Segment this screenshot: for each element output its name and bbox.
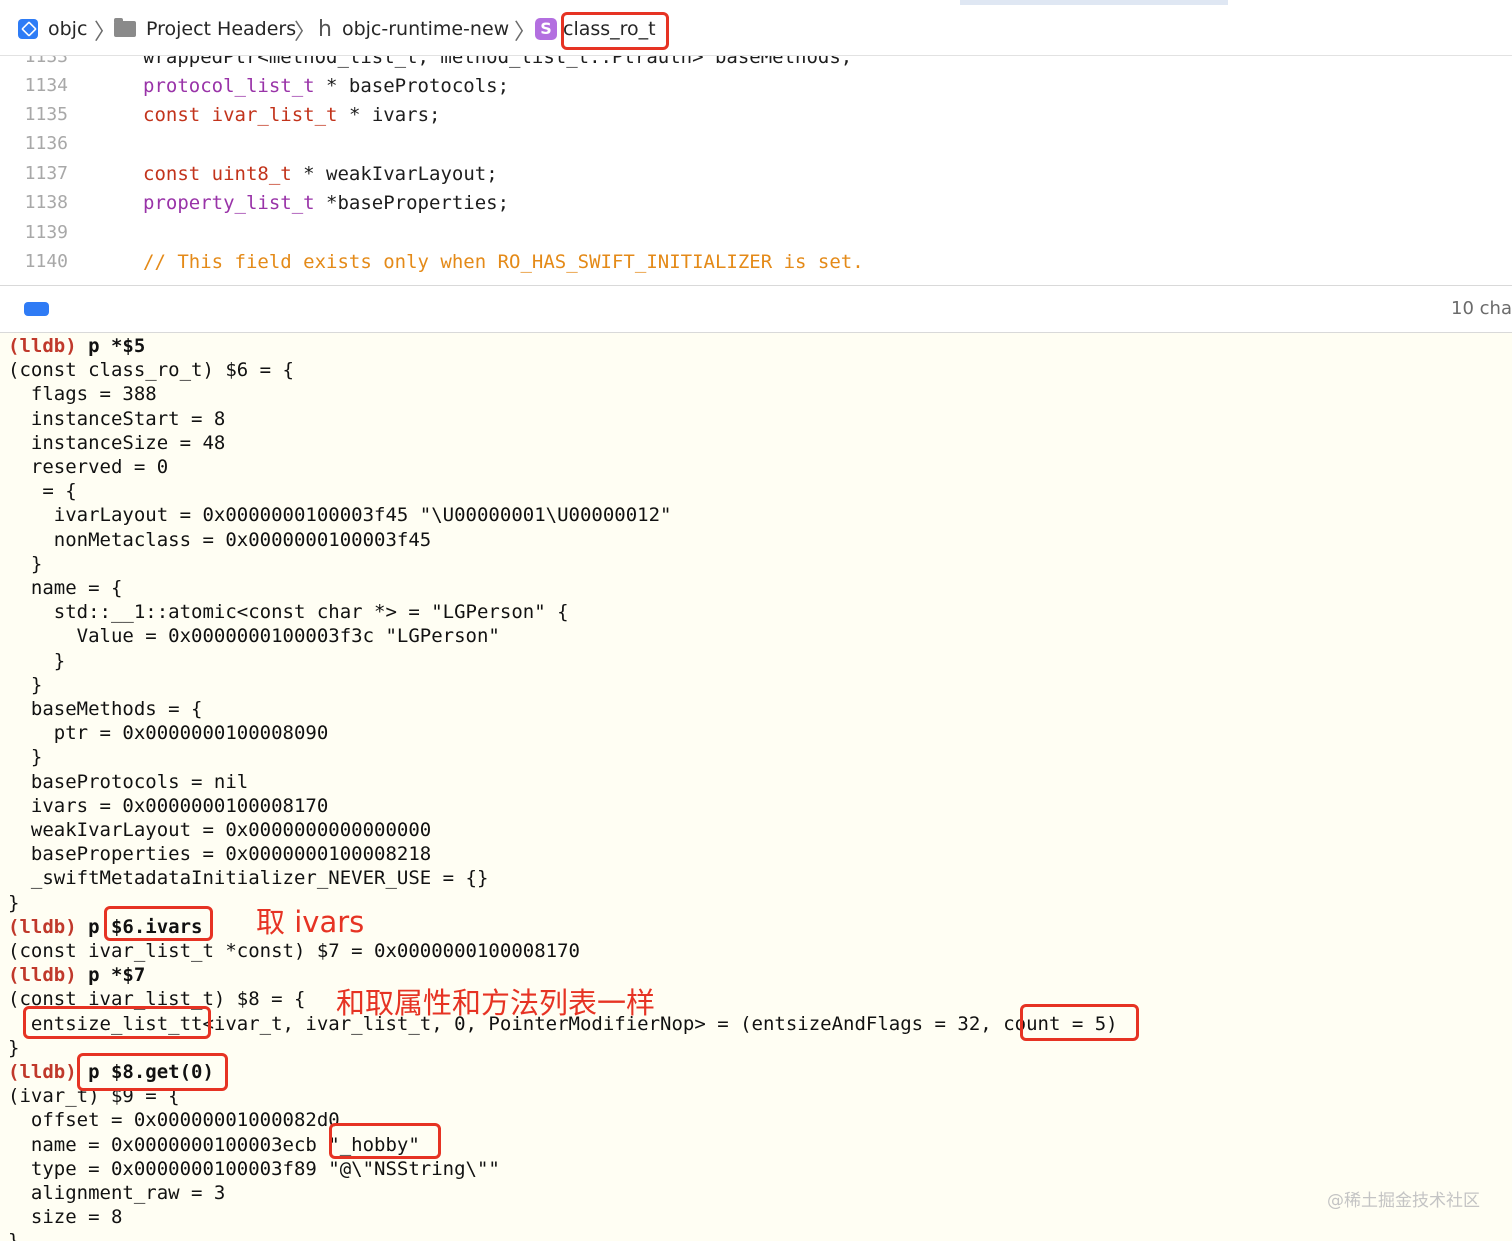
code-comment: // This field exists only when RO_HAS_SW… (143, 251, 864, 273)
line-number: 1136 (24, 133, 68, 154)
breadcrumb-label: objc (48, 18, 88, 40)
folder-icon (114, 18, 136, 37)
breadcrumb-item-objc[interactable]: objc (18, 14, 87, 44)
code-rest: * weakIvarLayout; (291, 163, 498, 185)
line-number: 1135 (24, 104, 68, 125)
console-output-line: _swiftMetadataInitializer_NEVER_USE = {} (8, 867, 489, 890)
highlight-hobby-name (329, 1123, 441, 1159)
source-editor[interactable]: 1133 wrappedPtr<method_list_t, method_li… (0, 56, 1512, 285)
console-output-line: ivarLayout = 0x0000000100003f45 "\U00000… (8, 504, 672, 527)
breakpoints-toggle-icon[interactable] (24, 302, 49, 316)
console-output-line: baseProtocols = nil (8, 770, 249, 793)
code-line: 1137 const uint8_t * weakIvarLayout; (0, 163, 1512, 192)
console-output-line: (const ivar_list_t *const) $7 = 0x000000… (8, 940, 580, 962)
console-output-line: baseProperties = 0x0000000100008218 (8, 843, 432, 866)
code-type: uint8_t (211, 163, 292, 185)
console-output-line: = { (8, 480, 77, 503)
highlight-ivars-command (104, 906, 213, 941)
line-number: 1137 (24, 163, 68, 184)
console-output-line: weakIvarLayout = 0x0000000000000000 (8, 819, 432, 841)
code-keyword: const (143, 104, 201, 126)
console-output-line: Value = 0x0000000100003f3c "LGPerson" (8, 625, 500, 648)
console-output-line: } (8, 891, 20, 914)
code-text: wrappedPtr<method_list_t, method_list_t:… (143, 56, 853, 68)
chevron-right-icon: 〉 (94, 20, 117, 45)
console-output-line: } (8, 1036, 20, 1059)
highlight-class-ro-t (561, 12, 669, 50)
console-output-line: flags = 388 (8, 383, 157, 406)
code-type: property_list_t (143, 192, 315, 214)
debug-bar: 10 cha (0, 285, 1512, 333)
line-number: 1139 (24, 222, 68, 243)
code-rest: * baseProtocols; (314, 75, 510, 97)
console-output-line: ivars = 0x0000000100008170 (8, 794, 329, 817)
highlight-get-command (77, 1053, 228, 1091)
struct-icon: S (535, 18, 557, 40)
console-output-line: } (8, 746, 43, 769)
highlight-count (1020, 1004, 1139, 1041)
lldb-prompt: (lldb) (8, 964, 77, 987)
line-number: 1140 (24, 251, 68, 272)
breadcrumb-item-objc-runtime-new[interactable]: h objc-runtime-new (318, 14, 509, 44)
console-output-line: } (8, 673, 43, 696)
console-output-line: size = 8 (8, 1206, 123, 1229)
breadcrumb-item-project-headers[interactable]: Project Headers (114, 14, 296, 44)
console-output-line: baseMethods = { (8, 698, 203, 720)
code-line: 1136 (0, 133, 1512, 162)
code-rest: *baseProperties; (314, 192, 510, 214)
lldb-prompt: (lldb) (8, 1061, 77, 1083)
xcode-project-icon (18, 19, 38, 39)
console-output-line: name = { (8, 577, 123, 599)
console-output-line: instanceStart = 8 (8, 407, 226, 430)
code-text: property_list_t *baseProperties; (143, 192, 509, 214)
annotation-same-as-lists: 和取属性和方法列表一样 (336, 986, 656, 1020)
console-output-line: reserved = 0 (8, 456, 169, 478)
console-output-line: ptr = 0x0000000100008090 (8, 722, 329, 745)
highlight-entsize-list-tt (23, 1006, 211, 1039)
annotation-take-ivars: 取 ivars (256, 905, 365, 939)
code-type: protocol_list_t (143, 75, 315, 97)
character-count: 10 cha (1451, 298, 1512, 319)
console-output-line: nonMetaclass = 0x0000000100003f45 (8, 528, 432, 551)
code-line: 1133 wrappedPtr<method_list_t, method_li… (0, 56, 1512, 75)
line-number: 1134 (24, 75, 68, 96)
code-line: 1140 // This field exists only when RO_H… (0, 251, 1512, 280)
console-output-line: } (8, 1229, 19, 1241)
console-output-line: } (8, 552, 43, 575)
lldb-prompt: (lldb) (8, 915, 77, 938)
breadcrumb-label: Project Headers (146, 18, 297, 40)
chevron-right-icon: 〉 (294, 20, 317, 45)
console-output-line: type = 0x0000000100003f89 "@\"NSString\"… (8, 1157, 500, 1180)
line-number: 1133 (24, 56, 68, 67)
code-type: ivar_list_t (211, 104, 338, 126)
code-line: 1134 protocol_list_t * baseProtocols; (0, 75, 1512, 104)
console-output-line: std::__1::atomic<const char *> = "LGPers… (8, 601, 569, 624)
line-number: 1138 (24, 192, 68, 213)
code-text: protocol_list_t * baseProtocols; (143, 75, 509, 97)
breadcrumb: objc 〉 Project Headers 〉 h objc-runtime-… (0, 0, 1512, 56)
tab-indicator (960, 0, 1228, 5)
lldb-command: p *$5 (76, 335, 146, 357)
code-line: 1135 const ivar_list_t * ivars; (0, 104, 1512, 133)
breadcrumb-label: objc-runtime-new (341, 18, 510, 40)
console-output-line: } (8, 649, 66, 672)
console-command-line: (lldb) p *$7 (8, 963, 145, 987)
code-line: 1138 property_list_t *baseProperties; (0, 192, 1512, 221)
code-line: 1139 (0, 222, 1512, 251)
console-output-line: offset = 0x00000001000082d0 (8, 1109, 340, 1132)
code-text: const ivar_list_t * ivars; (143, 104, 440, 126)
lldb-command: p *$7 (76, 964, 146, 987)
code-keyword: const (143, 163, 201, 185)
lldb-console[interactable]: (lldb) p *$5 (const class_ro_t) $6 = { fl… (0, 333, 1512, 1241)
lldb-prompt: (lldb) (8, 335, 77, 357)
watermark: @稀土掘金技术社区 (1327, 1191, 1480, 1211)
console-command-line: (lldb) p *$5 (8, 334, 145, 358)
console-output-line: instanceSize = 48 (8, 431, 226, 454)
code-text: const uint8_t * weakIvarLayout; (143, 163, 498, 185)
header-file-icon: h (318, 16, 332, 42)
chevron-right-icon: 〉 (514, 20, 537, 45)
console-output-line: alignment_raw = 3 (8, 1182, 226, 1204)
code-rest: * ivars; (337, 104, 441, 126)
console-output-line: (const class_ro_t) $6 = { (8, 359, 294, 382)
